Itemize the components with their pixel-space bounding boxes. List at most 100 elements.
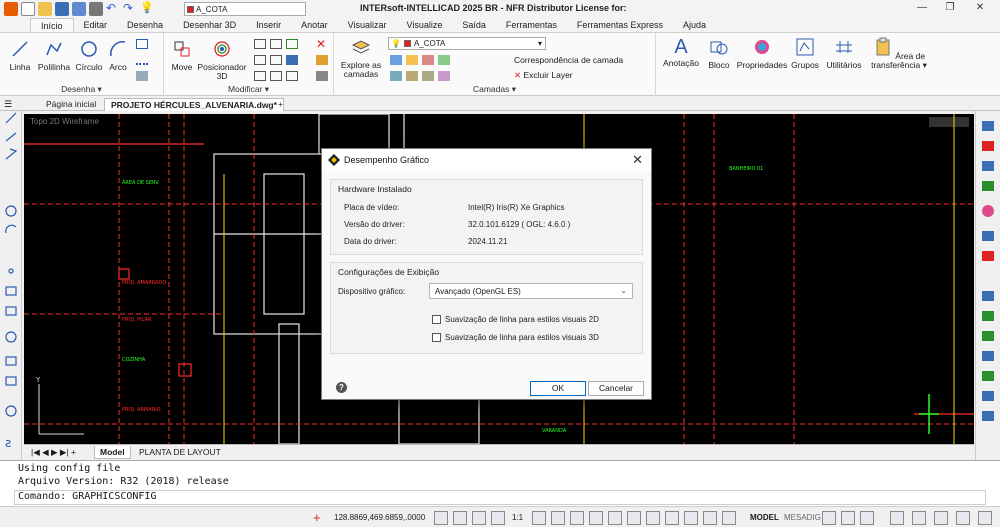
tab-planta-layout[interactable]: PLANTA DE LAYOUT: [134, 446, 226, 458]
circle-tool[interactable]: Círculo: [74, 39, 104, 72]
print-icon[interactable]: [89, 2, 103, 16]
grid-icon[interactable]: [453, 511, 467, 525]
cloud-icon[interactable]: [890, 511, 904, 525]
digitizer-toggle[interactable]: MESADIG: [784, 513, 821, 522]
annotation-scale[interactable]: 1:1: [512, 513, 523, 522]
tab-ferramentas[interactable]: Ferramentas: [496, 18, 567, 32]
fullscreen-icon[interactable]: [860, 511, 874, 525]
trim-icon[interactable]: [254, 71, 266, 81]
lineweight-icon[interactable]: [570, 511, 584, 525]
hardware-accel-icon[interactable]: [722, 511, 736, 525]
command-input[interactable]: Comando: GRAPHICSCONFIG: [14, 490, 986, 505]
ortho-icon[interactable]: [472, 511, 486, 525]
erase-icon[interactable]: ✕: [316, 38, 328, 50]
close-button[interactable]: ✕: [970, 2, 990, 16]
mirror-icon[interactable]: [270, 39, 282, 49]
layer-isolate-icon[interactable]: [438, 55, 450, 65]
tab-anotar[interactable]: Anotar: [291, 18, 338, 32]
polar-icon[interactable]: [491, 511, 505, 525]
tab-model[interactable]: Model: [94, 446, 131, 459]
properties-tool[interactable]: Propriedades: [736, 37, 788, 70]
clean-screen-icon[interactable]: [934, 511, 948, 525]
settings-gear-icon[interactable]: [822, 511, 836, 525]
right-toolbar-icons[interactable]: [976, 111, 1000, 460]
array-icon[interactable]: [286, 55, 298, 65]
selection-cycle-icon[interactable]: [646, 511, 660, 525]
utilities-tool[interactable]: Utilitários: [822, 37, 866, 70]
layer-off-icon[interactable]: [438, 71, 450, 81]
layer-walk-icon[interactable]: [406, 71, 418, 81]
lightbulb-icon[interactable]: 💡: [140, 2, 154, 16]
new-tab-button[interactable]: +: [272, 98, 289, 111]
layers-group-label[interactable]: Camadas ▾: [334, 84, 655, 95]
block-tool[interactable]: Bloco: [704, 37, 734, 70]
delete-layer-button[interactable]: ✕ Excluir Layer: [514, 70, 573, 81]
help-status-icon[interactable]: [956, 511, 970, 525]
clipboard-tool[interactable]: Área de transferência ▾: [868, 37, 930, 70]
snap-icon[interactable]: [434, 511, 448, 525]
offset-icon[interactable]: [286, 71, 298, 81]
rectangle-icon[interactable]: [136, 39, 148, 49]
sync-icon[interactable]: [978, 511, 992, 525]
layer-match-button[interactable]: Correspondência de camada: [514, 55, 623, 65]
polyline-tool[interactable]: Polilinha: [37, 39, 71, 72]
tab-saida[interactable]: Saída: [452, 18, 496, 32]
move-tool[interactable]: Move: [170, 39, 194, 72]
arc-tool[interactable]: Arco: [106, 39, 130, 72]
hatch-icon[interactable]: [136, 55, 148, 65]
smoothing-3d-checkbox[interactable]: [432, 333, 441, 342]
stretch-icon[interactable]: [270, 55, 282, 65]
smoothing-2d-checkbox[interactable]: [432, 315, 441, 324]
left-toolbar-icons[interactable]: ƨ: [0, 111, 22, 460]
draw-group-label[interactable]: Desenha ▾: [0, 84, 163, 95]
help-icon[interactable]: ?: [336, 382, 347, 393]
customize-icon[interactable]: [912, 511, 926, 525]
scale-icon[interactable]: [254, 55, 266, 65]
groups-tool[interactable]: Grupos: [790, 37, 820, 70]
line-tool[interactable]: Linha: [6, 39, 34, 72]
properties-brush-icon[interactable]: [316, 71, 328, 81]
tab-inserir[interactable]: Inserir: [246, 18, 291, 32]
tab-visualizar[interactable]: Visualizar: [338, 18, 397, 32]
tab-inicio[interactable]: Início: [30, 18, 74, 32]
tips-icon[interactable]: [589, 511, 603, 525]
dialog-close-icon[interactable]: ✕: [632, 152, 643, 168]
tab-editar[interactable]: Editar: [74, 18, 118, 32]
menu-icon[interactable]: ☰: [4, 99, 12, 110]
coordinates-readout[interactable]: 128.8869,469.6859,.0000: [334, 513, 425, 522]
layout-nav-buttons[interactable]: |◀ ◀ ▶ ▶| +: [26, 446, 81, 459]
app-logo-icon[interactable]: [4, 2, 18, 16]
tab-active-drawing[interactable]: PROJETO HÉRCULES_ALVENARIA.dwg*: [104, 98, 284, 111]
minimize-button[interactable]: —: [912, 2, 932, 16]
workspace-icon[interactable]: [684, 511, 698, 525]
restore-button[interactable]: ❐: [940, 2, 960, 16]
osnap-icon[interactable]: [532, 511, 546, 525]
ok-button[interactable]: OK: [530, 381, 586, 396]
save-icon[interactable]: [55, 2, 69, 16]
cancel-button[interactable]: Cancelar: [588, 381, 644, 396]
layer-previous-icon[interactable]: [390, 71, 402, 81]
viewport-label[interactable]: Topo 2D Wireframe: [30, 117, 99, 126]
lock-ui-icon[interactable]: [841, 511, 855, 525]
qprops-icon[interactable]: [608, 511, 622, 525]
layer-merge-icon[interactable]: [422, 71, 434, 81]
redo-icon[interactable]: ↷: [123, 2, 137, 16]
open-folder-icon[interactable]: [38, 2, 52, 16]
clock-icon[interactable]: [665, 511, 679, 525]
tab-desenha[interactable]: Desenha: [117, 18, 173, 32]
save-as-icon[interactable]: [72, 2, 86, 16]
tab-home-page[interactable]: Página inicial: [40, 98, 102, 111]
new-file-icon[interactable]: [21, 2, 35, 16]
layer-combo[interactable]: 💡 A_COTA ▾: [388, 37, 546, 50]
copy-icon[interactable]: [254, 39, 266, 49]
layer-combo-quick[interactable]: A_COTA: [184, 2, 306, 16]
explore-layers-tool[interactable]: Explore as camadas: [340, 37, 382, 79]
region-icon[interactable]: [136, 71, 148, 81]
explode-icon[interactable]: [316, 55, 328, 65]
tab-desenhar-3d[interactable]: Desenhar 3D: [173, 18, 246, 32]
layer-state-icon[interactable]: [390, 55, 402, 65]
model-space-toggle[interactable]: MODEL: [750, 513, 779, 522]
annotation-tool[interactable]: A Anotação: [662, 37, 700, 68]
dynamic-input-icon[interactable]: [627, 511, 641, 525]
tab-visualize[interactable]: Visualize: [397, 18, 453, 32]
